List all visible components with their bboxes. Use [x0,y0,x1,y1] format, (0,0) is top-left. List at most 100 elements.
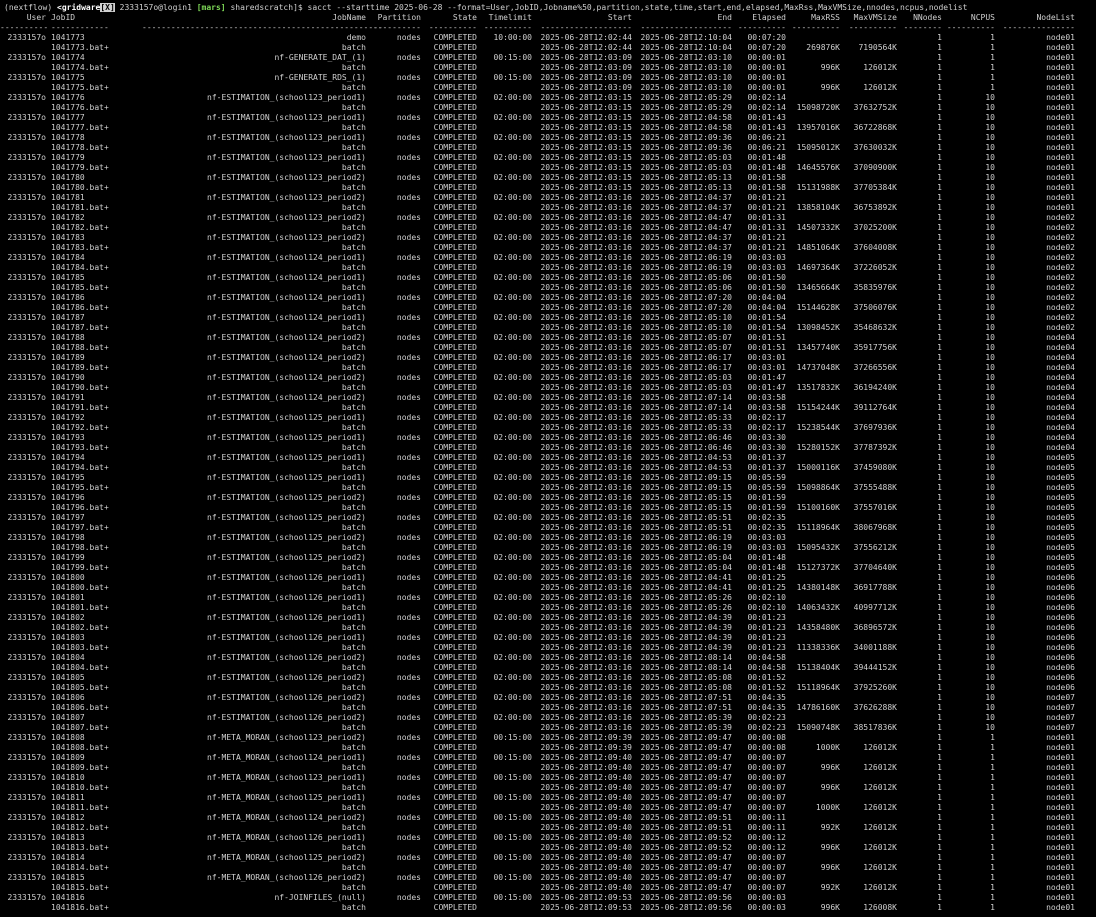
end-cell: 2025-06-28T12:06:19 [640,533,732,542]
jobid-cell: 1041806 [51,693,85,702]
jobname-cell: batch [341,803,366,812]
branch-tag: [mars] [196,3,226,12]
nodelist-cell: node04 [1046,383,1075,392]
state-cell: COMPLETED [433,493,477,502]
jobname-cell: batch [341,263,366,272]
nodelist-cell: node01 [1046,753,1075,762]
timelimit-cell: 02:00:00 [493,273,532,282]
start-cell: 2025-06-28T12:03:16 [540,613,632,622]
partition-cell: nodes [396,773,421,782]
state-cell: COMPLETED [433,903,477,912]
elapsed-cell: 00:02:35 [747,523,786,532]
table-row: 1041798.bat+ batch COMPLETED 2025-06-28T12:… [0,543,1096,553]
elapsed-cell: 00:00:07 [747,853,786,862]
state-cell: COMPLETED [433,713,477,722]
nnodes-cell: 1 [937,163,942,172]
state-cell: COMPLETED [433,213,477,222]
table-row: 2333157o 1041811 nf-META_MORAN_(school125_… [0,793,1096,803]
state-cell: COMPLETED [433,333,477,342]
state-cell: COMPLETED [433,153,477,162]
nnodes-cell: 1 [937,383,942,392]
user-cell: 2333157o [7,113,46,122]
user-cell: 2333157o [7,793,46,802]
maxrss-cell: 996K [820,863,840,872]
nodelist-cell: node06 [1046,673,1075,682]
ncpus-cell: 10 [985,383,995,392]
nnodes-cell: 1 [937,873,942,882]
state-cell: COMPLETED [433,753,477,762]
maxrss-cell: 15238544K [796,423,840,432]
nnodes-cell: 1 [937,453,942,462]
partition-cell: nodes [396,333,421,342]
nodelist-cell: node02 [1046,293,1075,302]
ncpus-cell: 10 [985,133,995,142]
elapsed-cell: 00:00:01 [747,63,786,72]
elapsed-cell: 00:00:07 [747,883,786,892]
maxrss-cell: 996K [820,763,840,772]
nodelist-cell: node04 [1046,333,1075,342]
table-row: 1041800.bat+ batch COMPLETED 2025-06-28T12:… [0,583,1096,593]
end-cell: 2025-06-28T12:08:14 [640,653,732,662]
end-cell: 2025-06-28T12:06:19 [640,253,732,262]
jobname-cell: nf-ESTIMATION_(school124_period2) [207,373,366,382]
jobname-cell: batch [341,463,366,472]
end-cell: 2025-06-28T12:04:39 [640,613,732,622]
jobname-cell: batch [341,83,366,92]
state-cell: COMPLETED [433,803,477,812]
end-cell: 2025-06-28T12:05:06 [640,273,732,282]
maxvmsize-cell: 126012K [863,743,897,752]
end-cell: 2025-06-28T12:05:03 [640,153,732,162]
elapsed-cell: 00:00:07 [747,763,786,772]
table-row: 2333157o 1041782 nf-ESTIMATION_(school123_… [0,213,1096,223]
jobname-cell: batch [341,423,366,432]
maxvmsize-cell: 126012K [863,863,897,872]
table-row: 1041773.bat+ batch COMPLETED 2025-06-28T12:… [0,43,1096,53]
nnodes-cell: 1 [937,553,942,562]
end-cell: 2025-06-28T12:09:47 [640,863,732,872]
ncpus-cell: 10 [985,653,995,662]
maxvmsize-cell: 36194240K [853,383,897,392]
nodelist-cell: node01 [1046,173,1075,182]
nnodes-cell: 1 [937,333,942,342]
start-cell: 2025-06-28T12:03:16 [540,413,632,422]
table-row: 1041812.bat+ batch COMPLETED 2025-06-28T12:… [0,823,1096,833]
separator-maxvmsize: ---------- [848,23,897,32]
nodelist-cell: node05 [1046,503,1075,512]
maxvmsize-cell: 7190564K [858,43,897,52]
partition-cell: nodes [396,313,421,322]
nodelist-cell: node02 [1046,303,1075,312]
state-cell: COMPLETED [433,623,477,632]
timelimit-cell: 02:00:00 [493,473,532,482]
maxvmsize-cell: 39112764K [853,403,897,412]
timelimit-cell: 00:15:00 [493,733,532,742]
start-cell: 2025-06-28T12:03:16 [540,573,632,582]
jobname-cell: nf-ESTIMATION_(school123_period2) [207,173,366,182]
elapsed-cell: 00:04:58 [747,653,786,662]
elapsed-cell: 00:02:23 [747,713,786,722]
table-row: 2333157o 1041774 nf-GENERATE_DAT_(1) nodes C… [0,53,1096,63]
header-end: End [717,13,732,22]
nnodes-cell: 1 [937,743,942,752]
end-cell: 2025-06-28T12:04:37 [640,193,732,202]
start-cell: 2025-06-28T12:09:39 [540,733,632,742]
user-cell: 2333157o [7,313,46,322]
terminal-window[interactable]: (nextflow) <gridware[X] 2333157o@login1 … [0,0,1096,917]
nodelist-cell: node01 [1046,903,1075,912]
nnodes-cell: 1 [937,703,942,712]
elapsed-cell: 00:00:08 [747,733,786,742]
partition-cell: nodes [396,173,421,182]
jobid-cell: 1041791.bat+ [51,403,109,412]
maxrss-cell: 13457740K [796,343,840,352]
ncpus-cell: 10 [985,543,995,552]
jobid-cell: 1041795.bat+ [51,483,109,492]
jobname-cell: nf-GENERATE_RDS_(1) [274,73,366,82]
jobid-cell: 1041805 [51,673,85,682]
jobid-cell: 1041785 [51,273,85,282]
ncpus-cell: 1 [990,43,995,52]
ncpus-cell: 1 [990,83,995,92]
ncpus-cell: 1 [990,793,995,802]
nodelist-cell: node06 [1046,683,1075,692]
end-cell: 2025-06-28T12:05:10 [640,313,732,322]
table-row: 2333157o 1041807 nf-ESTIMATION_(school126_… [0,713,1096,723]
end-cell: 2025-06-28T12:05:39 [640,723,732,732]
